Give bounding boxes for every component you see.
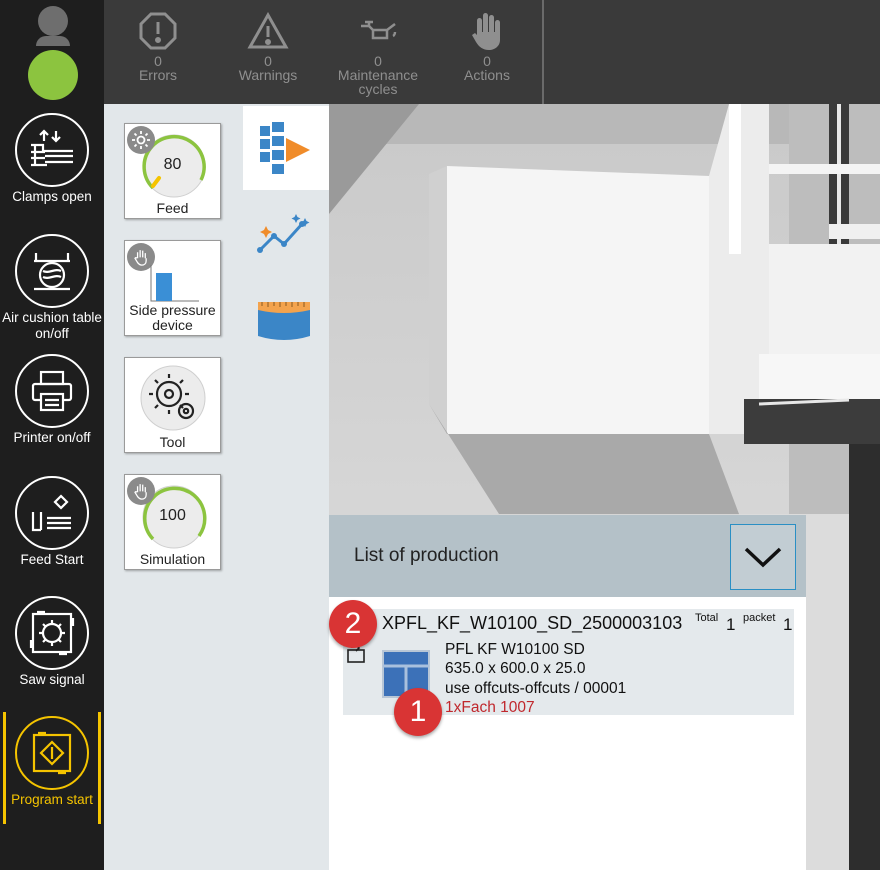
warnings-count: 0: [264, 53, 272, 69]
marker-2: 2: [329, 600, 377, 648]
maintenance-count: 0: [374, 53, 382, 69]
program-start-icon: [15, 716, 89, 790]
status-bar-divider: [542, 0, 544, 104]
side-pressure-label: Side pressure device: [129, 302, 216, 333]
feed-dial[interactable]: 80 Feed: [124, 123, 221, 219]
simulation-label: Simulation: [139, 551, 206, 567]
side-pressure-device[interactable]: Side pressure device: [124, 240, 221, 336]
feed-label: Feed: [156, 200, 189, 216]
printer-label: Printer on/off: [13, 430, 91, 445]
production-tab-icon: [260, 122, 310, 174]
packet-label: packet: [743, 612, 776, 624]
analytics-tab-icon: [257, 214, 310, 253]
production-item-code: XPFL_KF_W10100_SD_2500003103: [382, 613, 683, 633]
packet-value: 1: [783, 615, 793, 634]
actions-label: Actions: [464, 67, 510, 83]
tool-selector[interactable]: Tool: [124, 357, 221, 453]
feed-start-button[interactable]: Feed Start: [0, 476, 104, 568]
warnings-status[interactable]: 0 Warnings: [223, 8, 313, 82]
clamps-open-label: Clamps open: [12, 189, 92, 204]
feed-start-icon: [15, 476, 89, 550]
error-icon: [113, 8, 203, 54]
total-label: Total: [695, 612, 719, 624]
errors-status[interactable]: 0 Errors: [113, 8, 203, 82]
simulation-value: 100: [159, 507, 186, 524]
feed-start-label: Feed Start: [20, 552, 84, 567]
dimensions-text: 635.0 x 600.0 x 25.0: [445, 660, 586, 677]
production-list-title: List of production: [354, 545, 499, 566]
errors-count: 0: [154, 53, 162, 69]
program-start-button[interactable]: Program start: [0, 716, 104, 808]
errors-label: Errors: [138, 67, 178, 83]
saw-signal-button[interactable]: Saw signal: [0, 596, 104, 688]
tab-production[interactable]: [243, 106, 329, 190]
printer-button[interactable]: Printer on/off: [0, 354, 104, 446]
clamps-icon: [15, 113, 89, 187]
user-status-indicator[interactable]: [28, 50, 78, 100]
warnings-label: Warnings: [238, 67, 298, 83]
simulation-dial[interactable]: 100 Simulation: [124, 474, 221, 570]
hand-icon: [442, 8, 532, 54]
maintenance-label: Maintenance cycles: [337, 67, 419, 97]
actions-count: 0: [483, 53, 491, 69]
air-cushion-table-button[interactable]: Air cushion table on/off: [0, 234, 104, 342]
saw-signal-label: Saw signal: [19, 672, 85, 687]
maintenance-status[interactable]: 0 Maintenance cycles: [333, 8, 423, 96]
collapse-list-button[interactable]: [730, 524, 796, 590]
program-start-label: Program start: [11, 792, 93, 807]
user-avatar-body: [36, 36, 70, 46]
clamps-open-button[interactable]: Clamps open: [0, 113, 104, 205]
oil-can-icon: [333, 8, 423, 54]
tab-panel[interactable]: [256, 292, 312, 342]
air-cushion-table-label: Air cushion table on/off: [2, 310, 102, 341]
material-text: PFL KF W10100 SD: [445, 641, 585, 658]
panel-tab-icon: [258, 302, 310, 340]
saw-signal-icon: [15, 596, 89, 670]
gear-icon: [127, 126, 155, 154]
printer-icon: [15, 354, 89, 428]
chevron-down-icon: [744, 547, 782, 568]
marker-1: 1: [394, 688, 442, 736]
tab-analytics[interactable]: [256, 210, 312, 260]
feed-value: 80: [163, 156, 182, 173]
saw-blade-icon: [140, 365, 206, 431]
storage-location-text: 1xFach 1007: [445, 699, 535, 716]
hand-icon: [127, 477, 155, 505]
pressure-bar-chart: [150, 265, 199, 302]
warning-icon: [223, 8, 313, 54]
actions-status[interactable]: 0 Actions: [442, 8, 532, 82]
air-cushion-table-icon: [15, 234, 89, 308]
total-value: 1: [726, 615, 736, 634]
source-text: use offcuts-offcuts / 00001: [445, 680, 627, 697]
tool-label: Tool: [159, 434, 186, 450]
user-avatar-head: [38, 6, 68, 36]
